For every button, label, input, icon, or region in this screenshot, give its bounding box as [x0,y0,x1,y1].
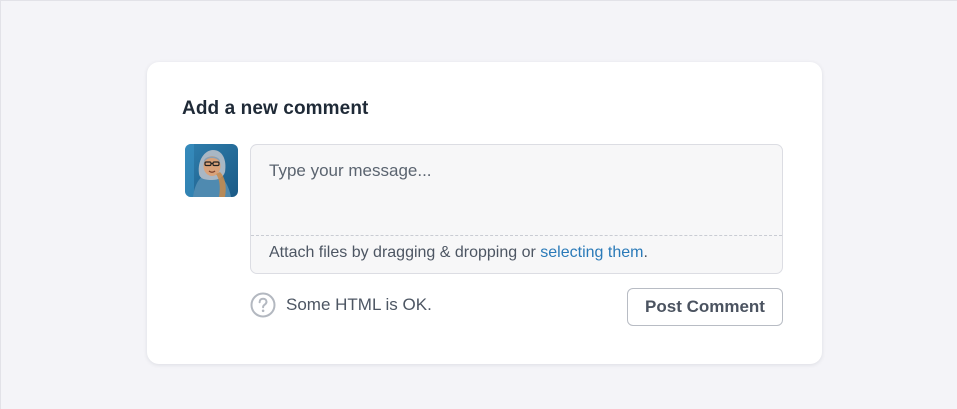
user-photo-icon [185,144,238,197]
html-help: Some HTML is OK. [250,292,432,318]
question-circle-icon[interactable] [250,292,276,318]
post-comment-button[interactable]: Post Comment [627,288,783,326]
form-heading: Add a new comment [182,98,369,119]
comment-editor: Attach files by dragging & dropping or s… [250,144,783,274]
comment-card: Add a new comment Attach files b [147,62,822,364]
select-files-link[interactable]: selecting them [540,244,643,261]
attach-instructions: Attach files by dragging & dropping or [269,244,541,261]
attach-suffix: . [643,244,648,261]
help-text: Some HTML is OK. [286,295,432,314]
message-input[interactable] [251,145,782,235]
user-avatar [185,144,238,197]
attachment-dropzone[interactable]: Attach files by dragging & dropping or s… [251,235,782,273]
